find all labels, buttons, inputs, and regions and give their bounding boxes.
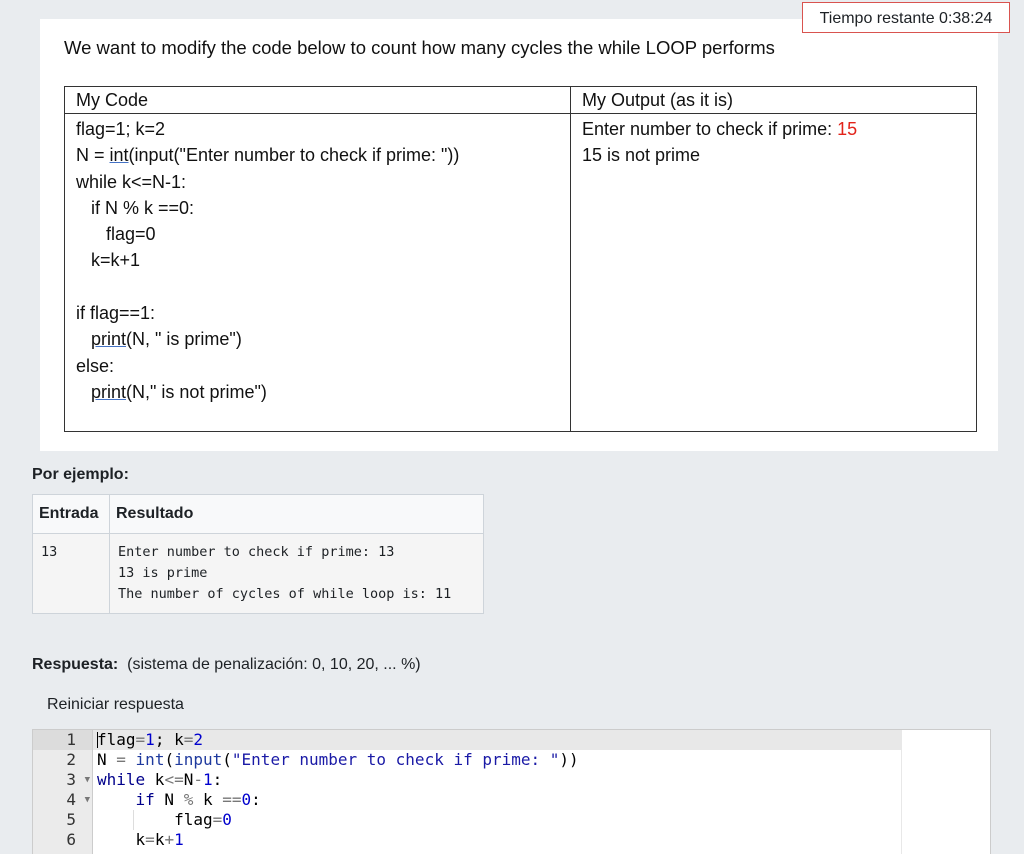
code-line: if N % k ==0: [76, 197, 195, 218]
resultado-header: Resultado [109, 494, 484, 534]
entrada-header: Entrada [32, 494, 110, 534]
reset-answer-button[interactable]: Reiniciar respuesta [33, 688, 198, 722]
code-line: flag=1; k=2 [76, 119, 166, 139]
editor-line: N = int(input("Enter number to check if … [97, 750, 579, 769]
editor-line: flag=0 [97, 810, 232, 829]
question-image: We want to modify the code below to coun… [40, 19, 998, 451]
my-output-header: My Output (as it is) [570, 86, 977, 114]
gutter-line: 1 [33, 730, 92, 750]
question-heading: We want to modify the code below to coun… [64, 37, 775, 58]
editor-line: k=k+1 [97, 830, 184, 849]
penalty-text: (sistema de penalización: 0, 10, 20, ...… [127, 656, 421, 673]
code-editor[interactable]: 1 2 3 ▼ 4 ▼ 5 6 flag=1; k=2 N = int(input(… [32, 729, 991, 854]
active-line-highlight [93, 730, 901, 750]
fold-arrow-icon[interactable]: ▼ [85, 770, 90, 790]
editor-line: while k<=N-1: [97, 770, 223, 789]
gutter-line: 5 [66, 810, 76, 829]
my-code-cell: flag=1; k=2 N = int(input("Enter number … [64, 113, 571, 432]
gutter-line: 6 [66, 830, 76, 849]
editor-line: if N % k ==0: [135, 790, 261, 809]
example-input-cell: 13 [32, 533, 110, 614]
fold-arrow-icon[interactable]: ▼ [85, 790, 90, 810]
code-line: flag=0 [76, 224, 156, 245]
code-line: N = int(input("Enter number to check if … [76, 145, 460, 166]
gutter-line: 3 ▼ [66, 770, 90, 790]
code-output-table: My Code My Output (as it is) flag=1; k=2… [64, 86, 977, 432]
gutter-line: 2 [66, 750, 76, 769]
example-result-cell: Enter number to check if prime: 13 13 is… [109, 533, 484, 614]
answer-label: Respuesta: (sistema de penalización: 0, … [32, 656, 421, 673]
print-margin [901, 730, 902, 854]
code-line: if flag==1: [76, 303, 156, 324]
time-remaining-timer: Tiempo restante 0:38:24 [802, 2, 1010, 33]
example-table: Entrada Resultado 13 Enter number to che… [32, 494, 484, 614]
code-line: print(N," is not prime") [91, 381, 267, 402]
editor-line: flag=1; k=2 [97, 730, 203, 749]
output-line: 15 is not prime [582, 145, 701, 166]
example-title: Por ejemplo: [32, 466, 129, 483]
code-line: else: [76, 355, 115, 376]
code-line: while k<=N-1: [76, 171, 187, 192]
my-code-header: My Code [64, 86, 571, 114]
code-line: print(N, " is prime") [91, 329, 242, 350]
editor-gutter: 1 2 3 ▼ 4 ▼ 5 6 [33, 730, 93, 854]
gutter-line: 4 ▼ [66, 790, 90, 810]
my-output-cell: Enter number to check if prime: 15 15 is… [570, 113, 977, 432]
code-line: k=k+1 [76, 250, 141, 271]
output-line: Enter number to check if prime: 15 [582, 119, 858, 139]
